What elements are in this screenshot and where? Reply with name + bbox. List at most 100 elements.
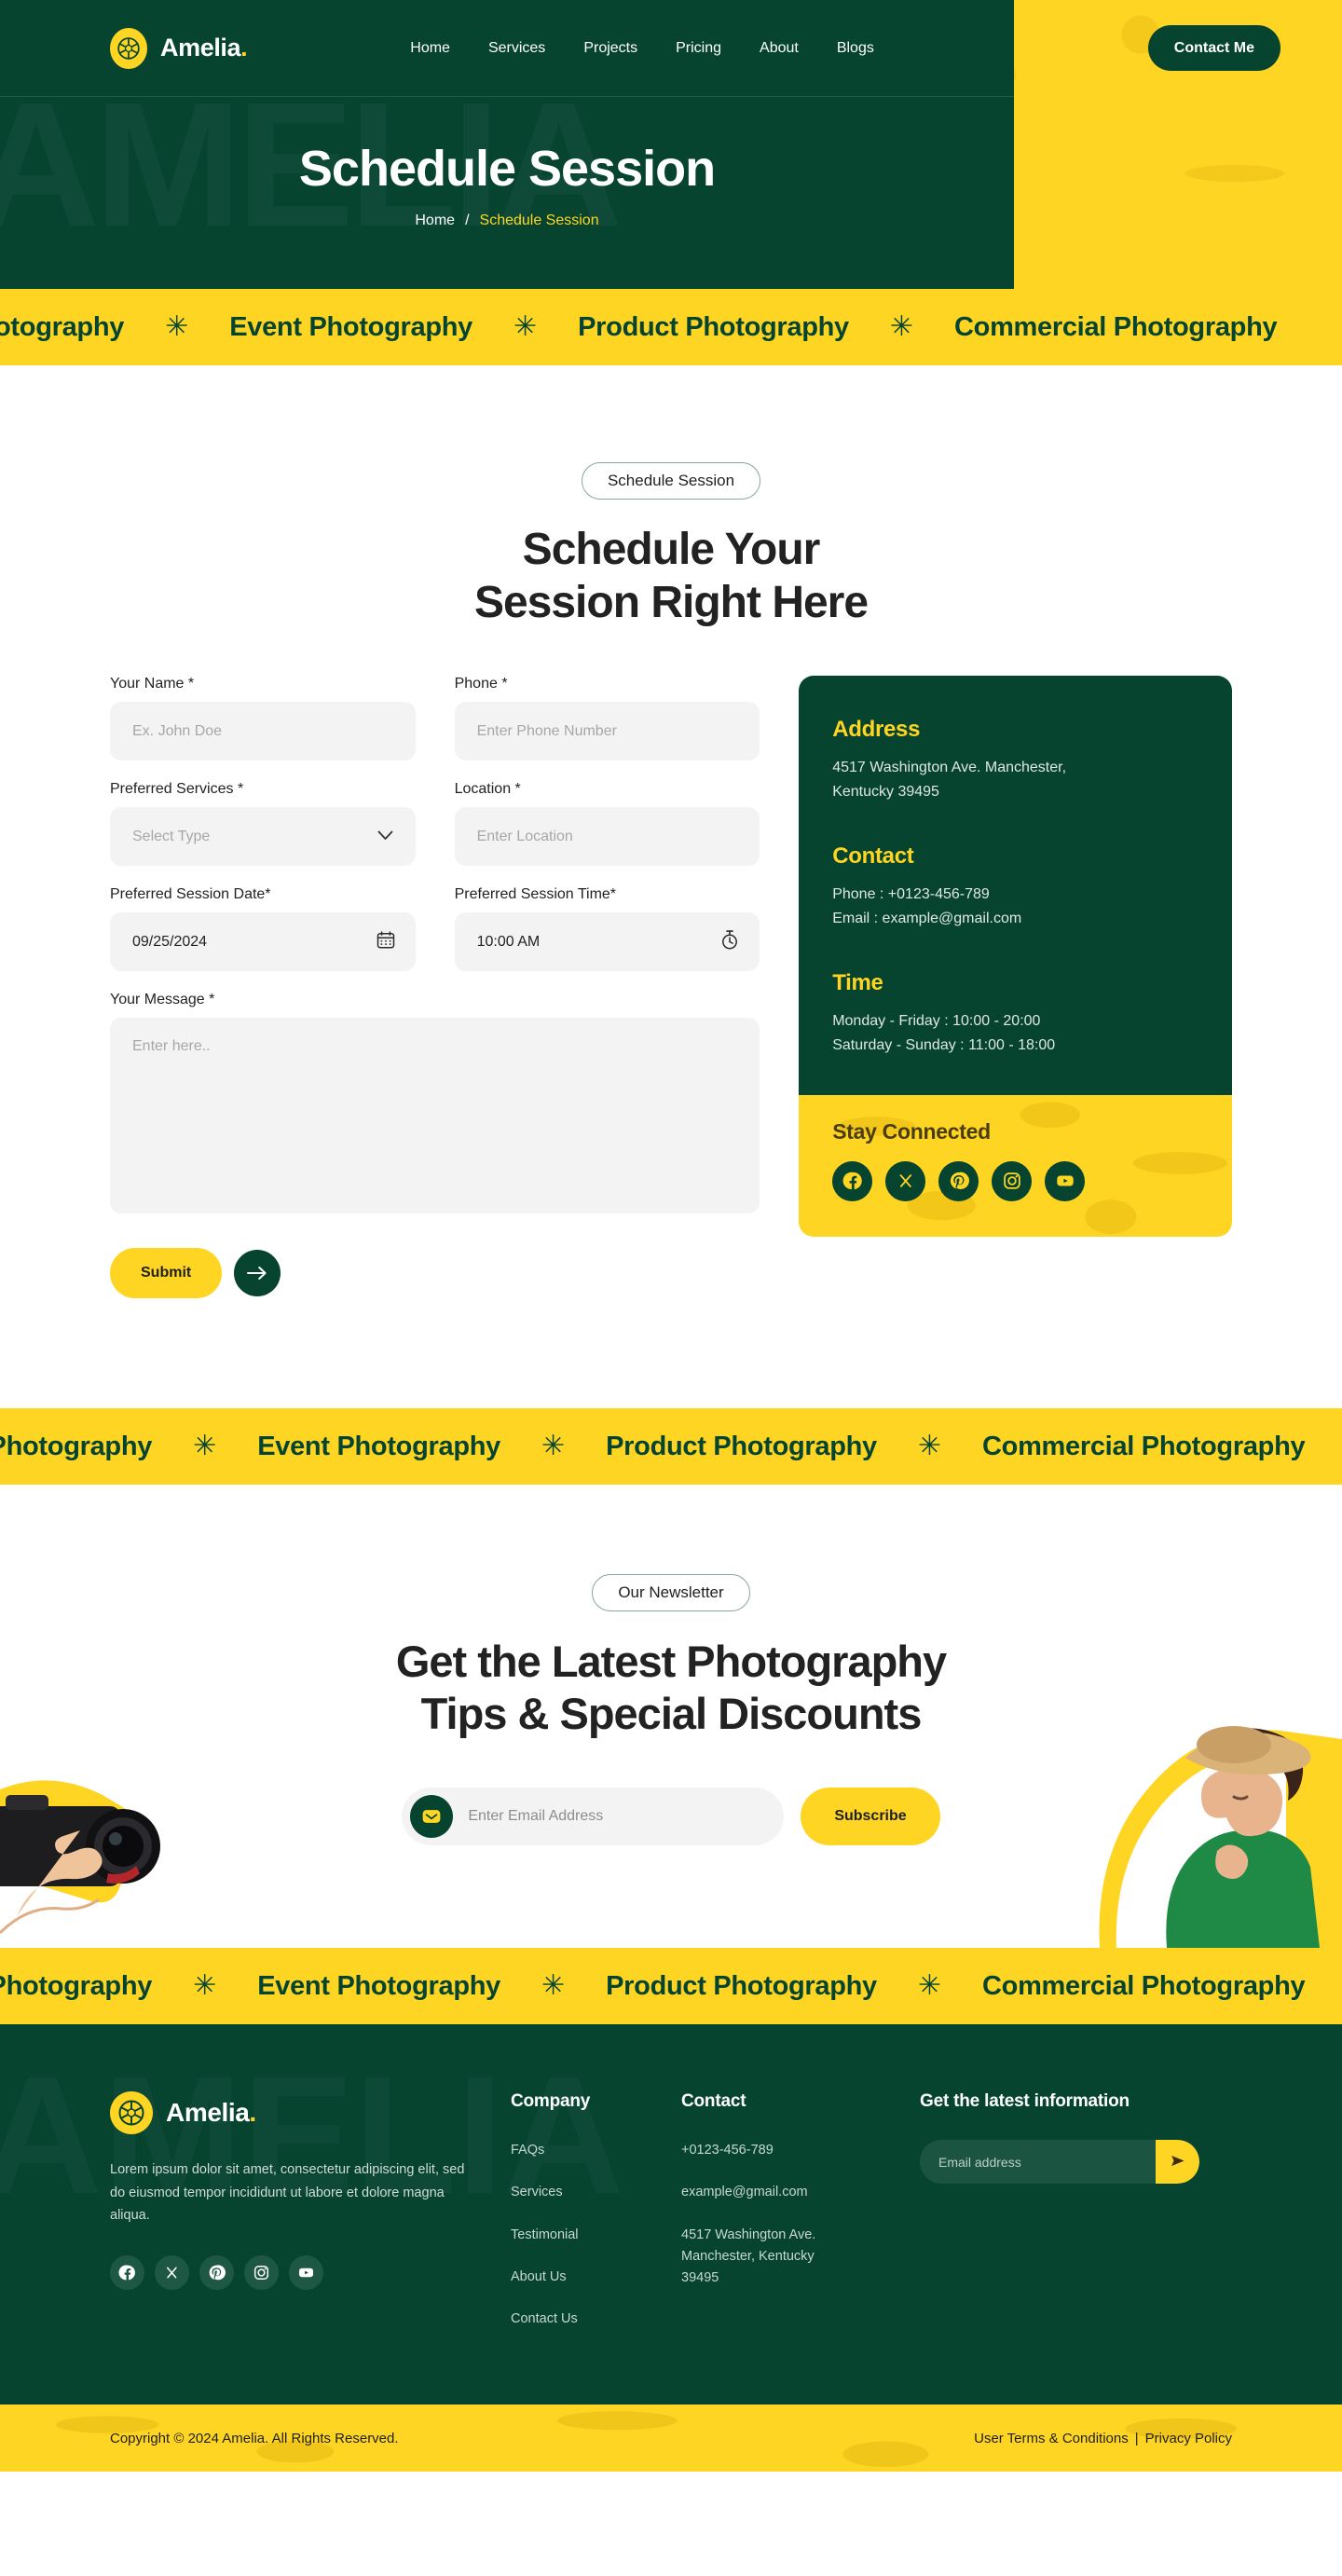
location-input[interactable] [454,807,760,867]
footer-brand-column: Amelia. Lorem ipsum dolor sit amet, cons… [110,2091,511,2350]
footer-company-heading: Company [511,2091,591,2112]
contact-me-button[interactable]: Contact Me [1147,25,1280,71]
footer-company-column: Company FAQs Services Testimonial About … [511,2091,681,2350]
contact-email[interactable]: Email : example@gmail.com [832,911,1021,926]
nav-item-pricing[interactable]: Pricing [676,40,721,57]
label-session-time: Preferred Session Time* [454,886,617,903]
eyebrow-wrap: Schedule Session [0,462,1342,500]
nav-item-services[interactable]: Services [488,40,545,57]
label-preferred-services: Preferred Services * [110,781,244,798]
contact-phone[interactable]: Phone : +0123-456-789 [832,886,990,902]
stay-connected-socials [832,1160,1198,1201]
footer-columns: Amelia. Lorem ipsum dolor sit amet, cons… [0,2024,1342,2405]
marquee-item: Product Photography [606,1431,877,1461]
breadcrumb-home[interactable]: Home [415,212,455,229]
name-input[interactable] [110,702,416,761]
marquee-band-middle: Wedding Photography ✳ Event Photography … [0,1408,1342,1486]
schedule-form: Your Name * Phone * Preferred Services *… [110,676,760,1299]
breadcrumb: Home / Schedule Session [0,212,1014,229]
model-photo-decoration [1099,1726,1342,1949]
breadcrumb-current: Schedule Session [479,212,599,228]
footer-send-button[interactable] [1156,2140,1199,2185]
facebook-icon[interactable] [832,1160,873,1201]
privacy-link[interactable]: Privacy Policy [1145,2431,1232,2446]
field-your-name: Your Name * [110,676,416,761]
brand-logo[interactable]: Amelia. [110,27,248,69]
marquee-item: Wedding Photography [0,1970,153,2001]
nav-item-blogs[interactable]: Blogs [837,40,874,57]
instagram-icon[interactable] [992,1160,1033,1201]
x-twitter-icon[interactable] [155,2255,189,2291]
star-icon: ✳ [889,311,914,342]
form-row-2: Preferred Services * Select Type Locatio… [110,781,760,886]
nav-item-home[interactable]: Home [410,40,450,57]
time-text: Monday - Friday : 10:00 - 20:00 Saturday… [832,1009,1198,1058]
arrow-right-icon[interactable] [234,1250,281,1297]
list-item: 4517 Washington Ave. Manchester, Kentuck… [681,2225,920,2290]
field-preferred-services: Preferred Services * Select Type [110,781,416,867]
footer-brand-logo[interactable]: Amelia. [110,2091,511,2135]
footer-link-services[interactable]: Services [511,2182,681,2203]
star-icon: ✳ [917,1431,942,1462]
star-icon: ✳ [541,1431,566,1462]
facebook-icon[interactable] [110,2255,144,2291]
footer-link-about-us[interactable]: About Us [511,2267,681,2288]
marquee-track: Wedding Photography ✳ Event Photography … [0,1970,1306,2002]
services-select-value: Select Type [132,828,211,844]
session-time-input[interactable] [454,912,760,972]
send-icon [1169,2152,1186,2172]
footer-link-faqs[interactable]: FAQs [511,2140,681,2161]
session-date-input[interactable] [110,912,416,972]
label-session-date: Preferred Session Date* [110,886,271,903]
list-item: Contact Us [511,2309,681,2330]
field-phone: Phone * [454,676,760,761]
label-location: Location * [454,781,521,798]
marquee-item: Product Photography [606,1970,877,2001]
footer-link-contact-us[interactable]: Contact Us [511,2309,681,2330]
envelope-icon [410,1795,454,1839]
x-twitter-icon[interactable] [885,1160,926,1201]
page-title: Schedule Session [298,141,716,197]
contact-heading: Contact [832,843,914,870]
footer-socials [110,2255,511,2291]
pinterest-icon[interactable] [199,2255,234,2291]
footer-contact-email[interactable]: example@gmail.com [681,2182,920,2203]
newsletter-input-wrap [402,1788,785,1846]
marquee-item: Commercial Photography [982,1431,1306,1461]
youtube-icon[interactable] [289,2255,323,2291]
list-item: Services [511,2182,681,2203]
list-item: About Us [511,2267,681,2288]
page-root: AMELIA Amelia. Home Services Projects Pr… [0,0,1342,2473]
footer-contact-phone[interactable]: +0123-456-789 [681,2140,920,2161]
site-footer: AMELIA Amelia. Lorem ipsum dolor sit ame… [0,2024,1342,2473]
address-line1: 4517 Washington Ave. Manchester, [832,760,1067,776]
hero-section: AMELIA Amelia. Home Services Projects Pr… [0,0,1342,289]
terms-link[interactable]: User Terms & Conditions [974,2431,1129,2446]
list-item: Testimonial [511,2225,681,2246]
stay-connected-heading: Stay Connected [832,1118,991,1144]
section-eyebrow: Schedule Session [581,462,761,500]
info-block-contact: Contact Phone : +0123-456-789 Email : ex… [832,843,1198,931]
footer-email-input[interactable] [938,2154,1156,2170]
marquee-item: Wedding Photography [0,1431,153,1461]
newsletter-email-input[interactable] [453,1808,752,1826]
form-and-info-wrap: Your Name * Phone * Preferred Services *… [110,676,1232,1299]
submit-button[interactable]: Submit [110,1248,223,1299]
footer-newsletter-column: Get the latest information [920,2091,1227,2350]
star-icon: ✳ [541,1970,566,2002]
subscribe-button[interactable]: Subscribe [801,1788,940,1846]
message-textarea[interactable] [110,1018,760,1214]
star-icon: ✳ [165,311,189,342]
instagram-icon[interactable] [244,2255,279,2291]
star-icon: ✳ [193,1431,217,1462]
phone-input[interactable] [454,702,760,761]
hero-body: Schedule Session Home / Schedule Session [0,97,1014,229]
services-select[interactable]: Select Type [110,807,416,867]
footer-link-testimonial[interactable]: Testimonial [511,2225,681,2246]
nav-item-projects[interactable]: Projects [583,40,637,57]
submit-row: Submit [110,1248,760,1299]
address-heading: Address [832,717,921,743]
nav-item-about[interactable]: About [760,40,799,57]
pinterest-icon[interactable] [938,1160,979,1201]
youtube-icon[interactable] [1045,1160,1086,1201]
